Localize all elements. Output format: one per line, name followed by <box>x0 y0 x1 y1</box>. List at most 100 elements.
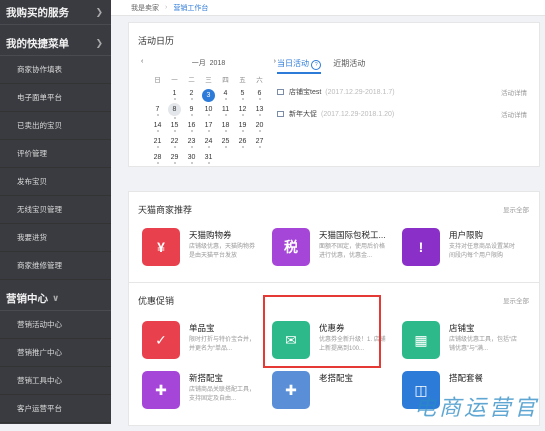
activity-name: 店铺宝test <box>289 89 322 96</box>
tax-icon: 税 <box>272 228 310 266</box>
sidebar-section-purchased-services[interactable]: 我购买的服务 ❯ <box>0 0 111 25</box>
card-desc: 限时打折与特价宝合并，并更名为“单品... <box>189 337 256 352</box>
calendar-icon <box>277 111 284 117</box>
show-all-link[interactable]: 显示全部 <box>503 204 529 214</box>
calendar-day[interactable]: 5 <box>234 90 251 100</box>
calendar-day[interactable]: 3 <box>200 88 217 102</box>
limit-icon: ! <box>402 228 440 266</box>
card-desc: 店铺商品关联搭配工具，支持固定及自由... <box>189 387 256 402</box>
calendar-day[interactable]: 23 <box>183 138 200 148</box>
sidebar-item[interactable]: 商家协作填表 <box>0 56 111 84</box>
calendar-weekday: 二 <box>188 77 195 84</box>
calendar-day[interactable]: 18 <box>217 122 234 132</box>
calendar-year: 2018 <box>209 60 226 67</box>
breadcrumb-root[interactable]: 我是卖家 <box>131 3 159 13</box>
card-user-limit[interactable]: ! 用户限购 支持对任意商品设置某时间段内每个用户限购 <box>397 228 527 288</box>
sidebar-item[interactable]: 电子面单平台 <box>0 84 111 112</box>
list-item: 新年大促 (2017.12.29-2018.1.20) 活动详情 <box>277 103 527 125</box>
chevron-right-icon: ❯ <box>95 6 103 17</box>
next-month-icon[interactable]: › <box>274 58 276 68</box>
calendar-day[interactable]: 11 <box>217 106 234 116</box>
calendar-day[interactable]: 25 <box>217 138 234 148</box>
calendar-day[interactable]: 31 <box>200 154 217 164</box>
card-desc: 支持对任意商品设置某时间段内每个用户限购 <box>449 244 516 259</box>
card-new-bundle[interactable]: ✚ 新搭配宝 店铺商品关联搭配工具，支持固定及自由... <box>137 371 267 431</box>
calendar-weekday: 六 <box>256 77 263 84</box>
calendar-day[interactable]: 27 <box>251 138 268 148</box>
puzzle-icon: ✚ <box>142 371 180 409</box>
card-name: 天猫购物券 <box>189 230 232 240</box>
sidebar-section-label: 我购买的服务 <box>6 6 69 19</box>
tab-today-activities[interactable]: 当日活动 ? <box>277 58 322 74</box>
calendar-day[interactable]: 10 <box>200 106 217 116</box>
calendar-day[interactable]: 29 <box>166 154 183 164</box>
calendar-day[interactable]: 16 <box>183 122 200 132</box>
sidebar-section-quick-menu[interactable]: 我的快捷菜单 ❯ <box>0 31 111 56</box>
calendar-day[interactable]: 6 <box>251 90 268 100</box>
card-name: 单品宝 <box>189 323 215 333</box>
sidebar-item[interactable]: 我要进货 <box>0 224 111 252</box>
sidebar-section-marketing[interactable]: 营销中心 ∨ <box>0 286 111 311</box>
activity-detail-link[interactable]: 活动详情 <box>501 87 527 97</box>
sidebar-item[interactable]: 营销工具中心 <box>0 367 111 395</box>
sidebar-item[interactable]: 商家维修管理 <box>0 252 111 280</box>
show-all-link[interactable]: 显示全部 <box>503 295 529 305</box>
calendar-day[interactable]: 19 <box>234 122 251 132</box>
sidebar-item[interactable]: 评价管理 <box>0 140 111 168</box>
card-tmall-shopping-coupon[interactable]: ¥ 天猫购物券 店铺级优惠，天猫购物券是由天猫平台发放 <box>137 228 267 288</box>
card-desc: 店铺级优惠，天猫购物券是由天猫平台发放 <box>189 244 256 259</box>
card-desc: 店铺级优惠工具，包括“店铺优惠”与“满... <box>449 337 517 352</box>
calendar-day[interactable]: 20 <box>251 122 268 132</box>
card-old-bundle[interactable]: ✚ 老搭配宝 <box>267 371 397 431</box>
sidebar-section-label: 营销中心 <box>6 292 48 305</box>
card-name: 老搭配宝 <box>319 373 354 383</box>
activity-name: 新年大促 <box>289 111 317 118</box>
calendar-day[interactable]: 28 <box>149 154 166 164</box>
tmall-recommend-panel: 天猫商家推荐 显示全部 ¥ 天猫购物券 店铺级优惠，天猫购物券是由天猫平台发放 … <box>128 191 540 289</box>
tag-icon: ✓ <box>142 321 180 359</box>
calendar-day[interactable]: 13 <box>251 106 268 116</box>
calendar-day[interactable]: 17 <box>200 122 217 132</box>
puzzle2-icon: ✚ <box>272 371 310 409</box>
calendar-weekday: 五 <box>239 77 246 84</box>
calendar-day[interactable]: 9 <box>183 106 200 116</box>
watermark-text: 电商运营官 <box>413 396 539 421</box>
calendar-day[interactable]: 1 <box>166 90 183 100</box>
breadcrumb-current: 营销工作台 <box>173 4 209 12</box>
card-name: 新搭配宝 <box>189 373 224 383</box>
help-icon: ? <box>311 60 322 70</box>
activity-tabs: 当日活动 ? 近期活动 <box>277 58 365 74</box>
calendar-day[interactable]: 8 <box>166 103 183 119</box>
list-item: 店铺宝test (2017.12.29-2018.1.7) 活动详情 <box>277 81 527 103</box>
card-tmall-tax[interactable]: 税 天猫国际包税工... 面额不固定，使用后价格进行优惠，优惠金... <box>267 228 397 288</box>
sidebar-item[interactable]: 营销推广中心 <box>0 339 111 367</box>
sidebar-item[interactable]: 无线宝贝管理 <box>0 196 111 224</box>
calendar-weekday: 一 <box>171 77 178 84</box>
prev-month-icon[interactable]: ‹ <box>141 58 143 68</box>
sidebar-item[interactable]: 发布宝贝 <box>0 168 111 196</box>
activity-detail-link[interactable]: 活动详情 <box>501 109 527 119</box>
calendar-day[interactable]: 14 <box>149 122 166 132</box>
calendar-day[interactable]: 2 <box>183 90 200 100</box>
card-name: 天猫国际包税工... <box>319 230 386 240</box>
calendar-day[interactable]: 22 <box>166 138 183 148</box>
calendar-day[interactable]: 12 <box>234 106 251 116</box>
calendar-grid: 日一二三四五六 1 2 3 4 5 6 7 8 9 10 11 12 13 14 15 16 17 18 19 20 21… <box>149 71 279 167</box>
calendar-icon <box>277 89 284 95</box>
chevron-down-icon: ∨ <box>52 292 60 303</box>
sidebar-item[interactable]: 营销活动中心 <box>0 311 111 339</box>
calendar-day[interactable]: 4 <box>217 90 234 100</box>
calendar-nav: ‹ 一月 2018 › <box>141 58 276 68</box>
calendar-day[interactable]: 24 <box>200 138 217 148</box>
sidebar-item[interactable]: 客户运营平台 <box>0 395 111 423</box>
calendar-day[interactable]: 15 <box>166 122 183 132</box>
calendar-day[interactable]: 26 <box>234 138 251 148</box>
calendar-day[interactable]: 30 <box>183 154 200 164</box>
main-content: 活动日历 ‹ 一月 2018 › 日一二三四五六 1 2 3 4 5 6 7 8 9 10 11 12 1… <box>123 22 545 426</box>
calendar-day[interactable]: 21 <box>149 138 166 148</box>
calendar-day[interactable]: 7 <box>149 106 166 116</box>
activity-calendar-panel: 活动日历 ‹ 一月 2018 › 日一二三四五六 1 2 3 4 5 6 7 8 9 10 11 12 1… <box>128 22 540 167</box>
sidebar-item[interactable]: 已卖出的宝贝 <box>0 112 111 140</box>
activity-date: (2017.12.29-2018.1.20) <box>321 110 395 118</box>
tab-recent-activities[interactable]: 近期活动 <box>333 58 365 74</box>
